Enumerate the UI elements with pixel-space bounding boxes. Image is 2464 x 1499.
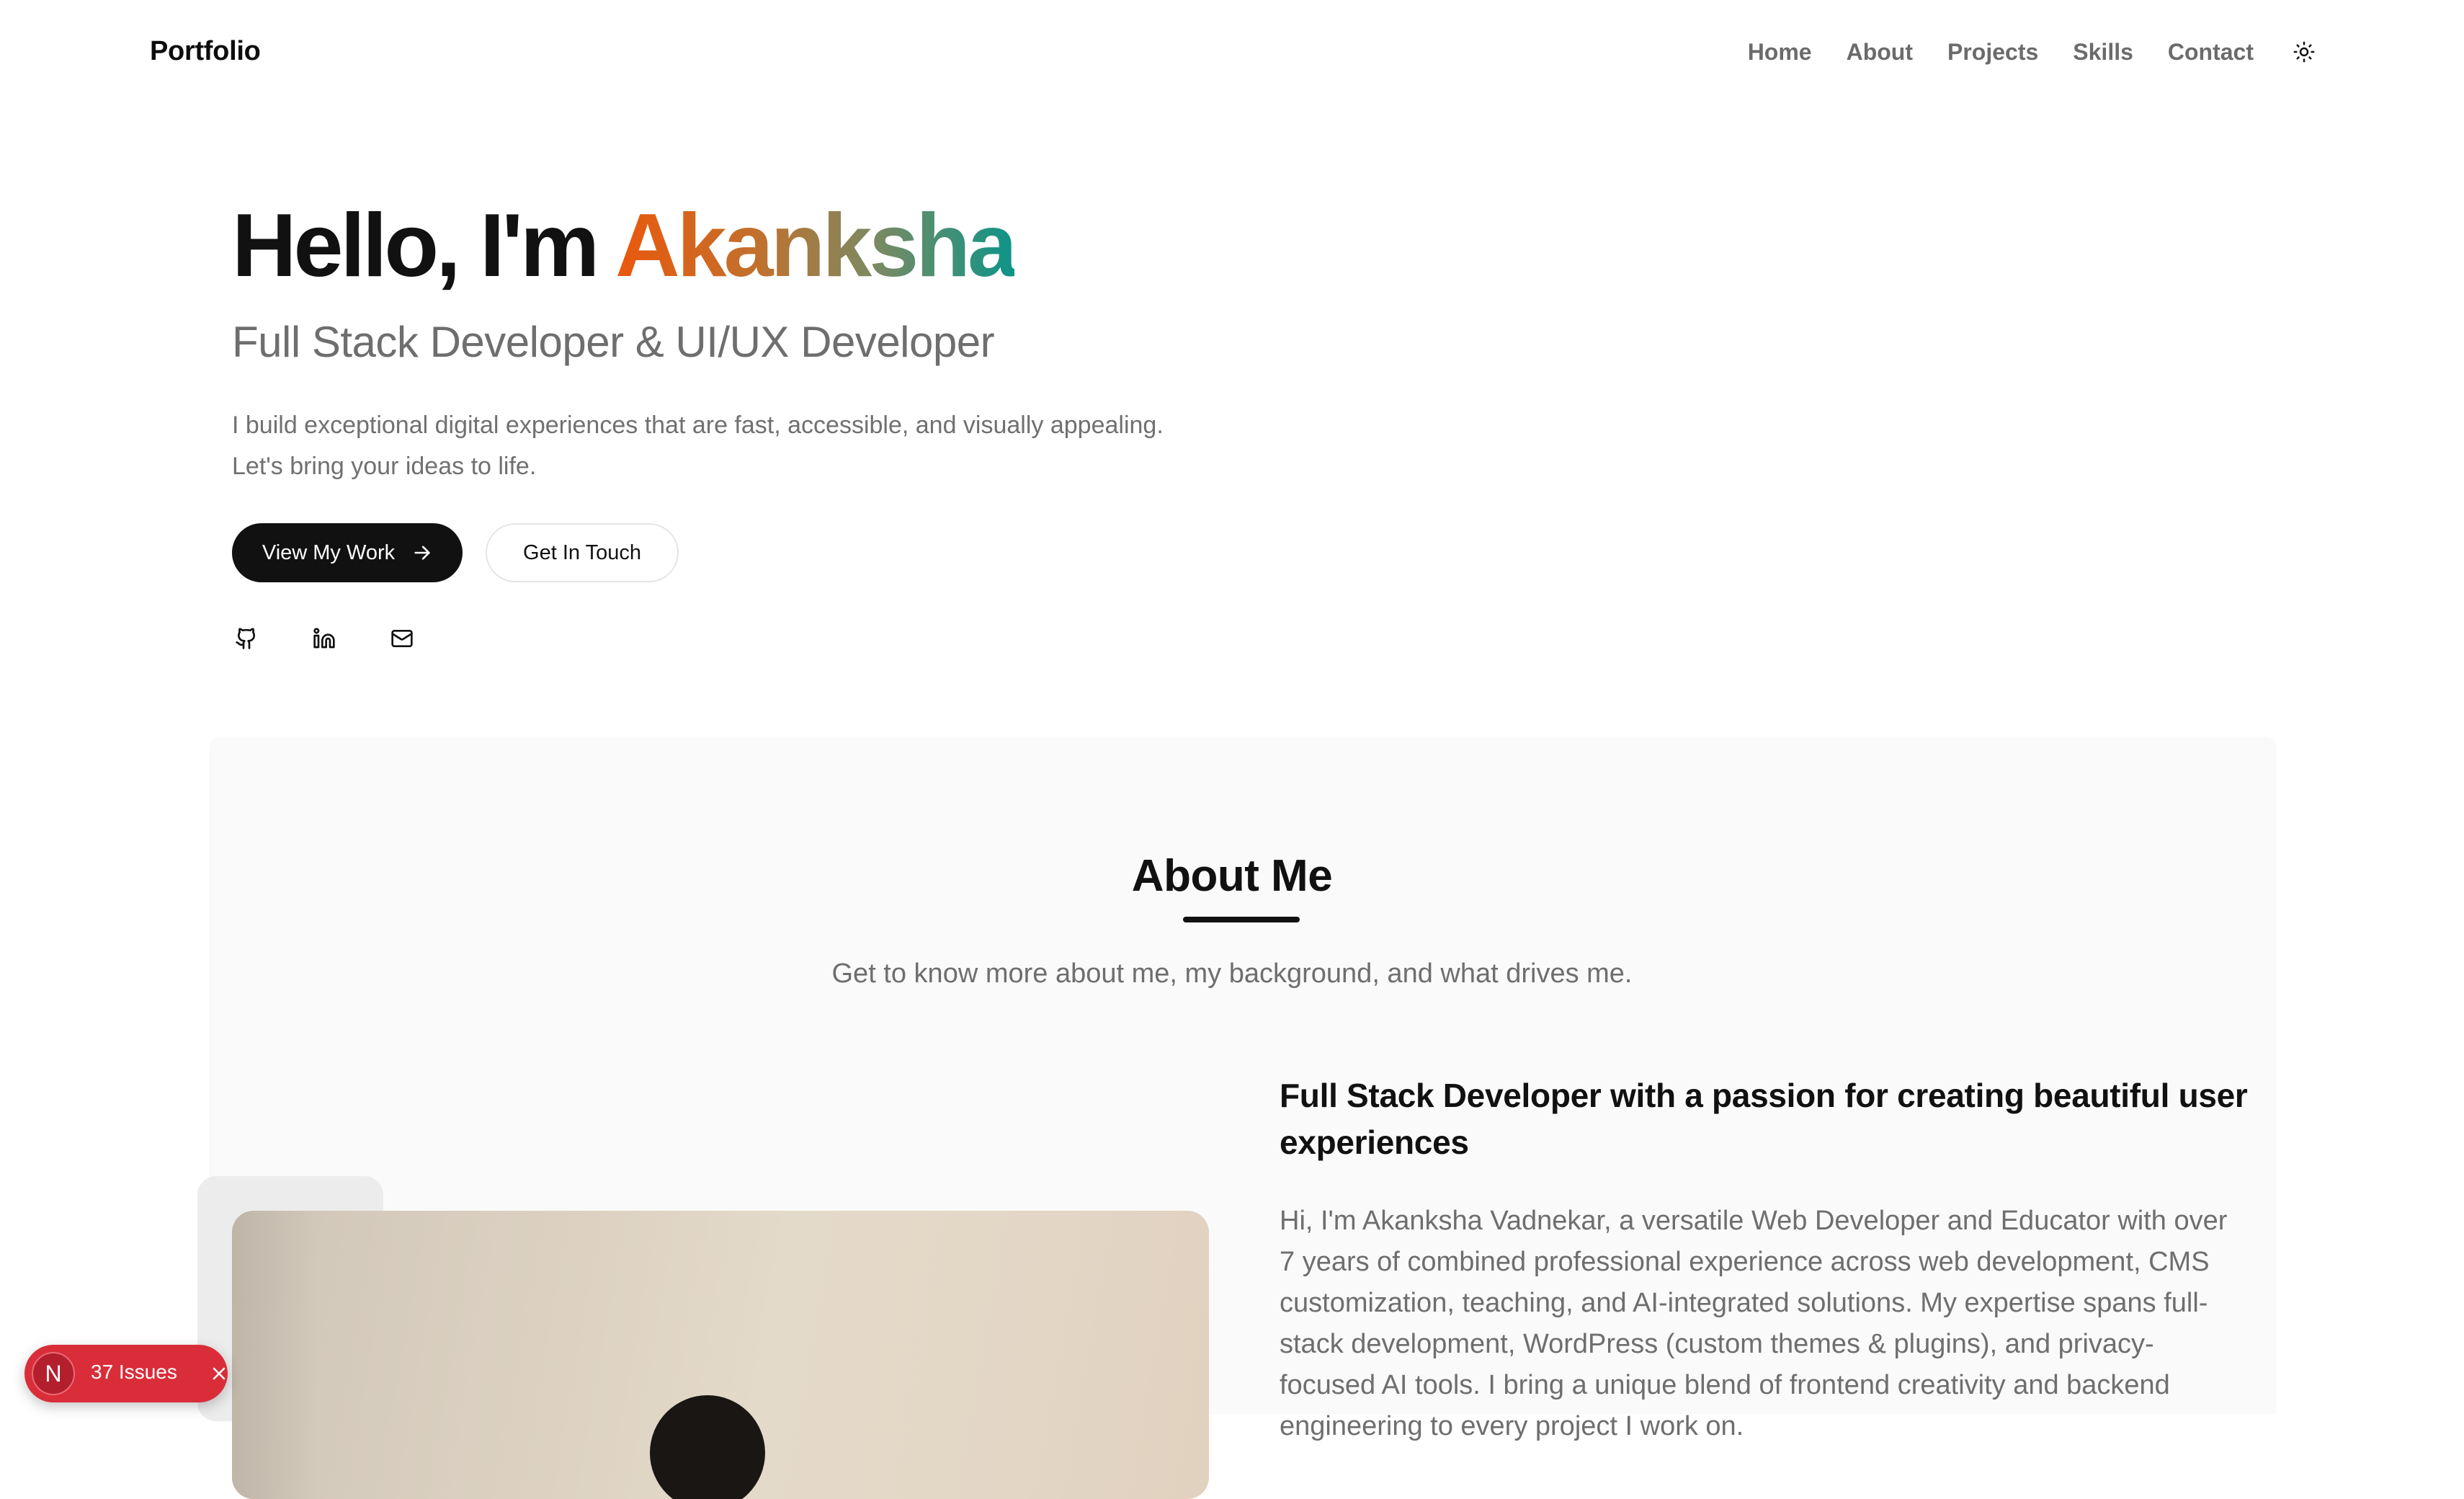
arrow-right-icon <box>414 546 430 560</box>
github-link[interactable] <box>232 624 261 653</box>
close-icon <box>213 1367 226 1380</box>
issues-count: 37 Issues <box>91 1361 177 1383</box>
hero-title: Hello, I'm Akanksha <box>232 195 1017 298</box>
mail-icon <box>391 630 413 647</box>
hero-greeting: Hello, I'm <box>232 196 616 295</box>
get-in-touch-label: Get In Touch <box>523 541 641 564</box>
close-issues-button[interactable] <box>209 1364 229 1384</box>
nav-link-about[interactable]: About <box>1847 39 1913 66</box>
navbar: Portfolio Home About Projects Skills Con… <box>0 0 2464 111</box>
email-link[interactable] <box>388 624 416 653</box>
issues-badge[interactable]: N 37 Issues <box>24 1345 228 1402</box>
social-links <box>232 624 416 653</box>
github-icon <box>236 628 256 649</box>
photo-subject-hair <box>650 1395 765 1499</box>
nav-link-home[interactable]: Home <box>1748 39 1812 66</box>
hero-subtitle: Full Stack Developer & UI/UX Developer <box>232 318 995 366</box>
about-title-underline <box>1183 917 1300 922</box>
get-in-touch-button[interactable]: Get In Touch <box>486 523 679 582</box>
view-my-work-button[interactable]: View My Work <box>232 523 463 582</box>
linkedin-link[interactable] <box>310 624 339 653</box>
nav-link-projects[interactable]: Projects <box>1947 39 2038 66</box>
profile-photo <box>232 1211 1209 1499</box>
nextjs-logo-icon: N <box>32 1352 75 1395</box>
nav-link-skills[interactable]: Skills <box>2073 39 2133 66</box>
hero-description: I build exceptional digital experiences … <box>232 412 1164 480</box>
about-title: About Me <box>1131 851 1333 901</box>
about-subtitle: Get to know more about me, my background… <box>831 958 1633 989</box>
nav-links: Home About Projects Skills Contact <box>1748 39 2254 66</box>
about-paragraph: Hi, I'm Akanksha Vadnekar, a versatile W… <box>1280 1206 2228 1441</box>
about-heading: Full Stack Developer with a passion for … <box>1280 1077 2248 1161</box>
view-my-work-label: View My Work <box>262 541 396 564</box>
sun-icon <box>2293 41 2315 63</box>
photo-shadow <box>232 1211 318 1499</box>
theme-toggle-button[interactable] <box>2291 39 2317 65</box>
linkedin-icon <box>313 628 335 649</box>
brand-logo[interactable]: Portfolio <box>150 36 261 67</box>
nav-link-contact[interactable]: Contact <box>2168 39 2254 66</box>
hero-name: Akanksha <box>615 196 1017 295</box>
